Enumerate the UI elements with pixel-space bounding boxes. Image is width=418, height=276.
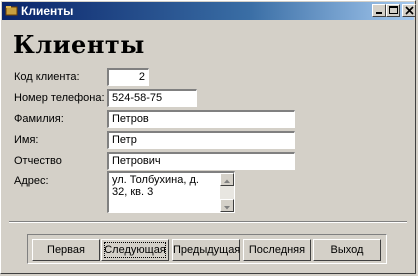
maximize-button[interactable] [386,4,400,17]
first-name-field[interactable]: Петр [107,131,295,149]
navigation-panel: Первая Следующая Предыдущая Последняя Вы… [27,234,387,264]
app-icon [5,4,18,17]
client-code-label: Код клиента: [14,71,80,83]
minimize-icon [376,12,382,14]
patronymic-label: Отчество [14,155,62,167]
separator [9,221,407,223]
window-title: Клиенты [21,4,74,18]
last-name-label: Фамилия: [14,113,64,125]
address-field[interactable]: ул. Толбухина, д. 32, кв. 3 [107,171,235,213]
scroll-down-button[interactable] [220,199,234,212]
maximize-icon [389,6,398,14]
first-button[interactable]: Первая [32,239,100,261]
scroll-up-button[interactable] [220,173,234,186]
close-button[interactable] [402,4,416,17]
title-bar[interactable]: Клиенты [2,2,416,20]
client-code-field[interactable]: 2 [107,68,149,86]
last-name-field[interactable]: Петров [107,110,295,128]
phone-label: Номер телефона: [14,92,105,104]
last-button[interactable]: Последняя [243,239,311,261]
arrow-down-icon [224,206,230,210]
minimize-button[interactable] [372,4,386,17]
prev-button[interactable]: Предыдущая [172,239,240,261]
address-text[interactable]: ул. Толбухина, д. 32, кв. 3 [112,174,217,198]
app-window: Клиенты Клиенты Код клиента: 2 Номер тел… [0,0,416,274]
form-heading: Клиенты [13,30,145,59]
exit-button[interactable]: Выход [313,239,381,261]
arrow-up-icon [224,179,230,183]
patronymic-field[interactable]: Петрович [107,152,295,170]
address-label: Адрес: [14,175,49,187]
address-scrollbar[interactable] [220,173,234,212]
first-name-label: Имя: [14,134,39,146]
close-icon [405,6,414,15]
next-button[interactable]: Следующая [101,239,169,261]
phone-field[interactable]: 524-58-75 [107,89,197,107]
